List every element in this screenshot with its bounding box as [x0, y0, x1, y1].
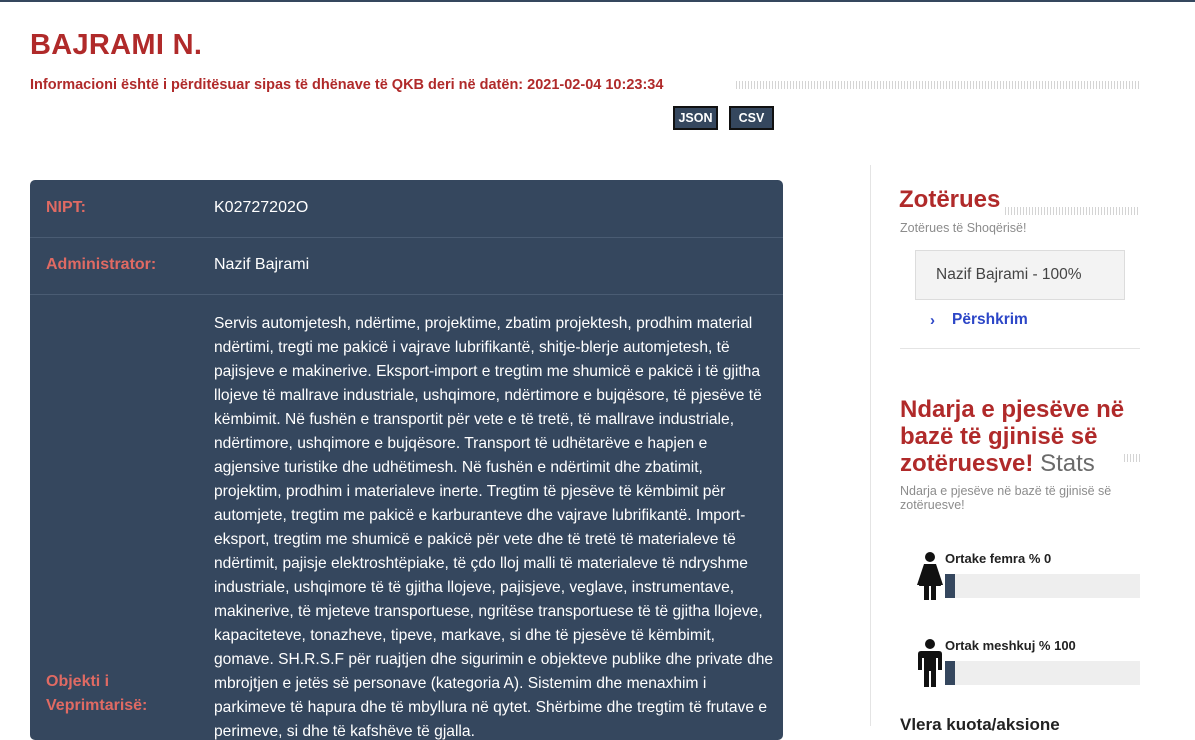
description-link-row[interactable]: › Përshkrim	[930, 310, 1028, 330]
male-person-icon	[918, 639, 942, 687]
nipt-value: K02727202O	[214, 199, 309, 216]
gender-stats-title: Ndarja e pjesëve në bazë të gjinisë së z…	[900, 396, 1140, 477]
gender-stats-title-light: Stats	[1040, 450, 1095, 477]
owners-subtitle: Zotërues të Shoqërisë!	[900, 221, 1027, 235]
nipt-row: NIPT: K02727202O	[30, 180, 783, 238]
chevron-right-icon: ›	[930, 311, 935, 329]
update-note: Informacioni është i përditësuar sipas t…	[30, 77, 664, 93]
section-divider	[900, 348, 1140, 349]
description-link[interactable]: Përshkrim	[952, 311, 1028, 329]
csv-export-button[interactable]: CSV	[729, 106, 774, 130]
json-export-button[interactable]: JSON	[673, 106, 718, 130]
update-note-row: Informacioni është i përditësuar sipas t…	[30, 77, 1140, 95]
male-share-label: Ortak meshkuj % 100	[945, 638, 1076, 653]
company-name: BAJRAMI N.	[30, 29, 203, 61]
administrator-row: Administrator: Nazif Bajrami	[30, 237, 783, 295]
company-info-card: NIPT: K02727202O Administrator: Nazif Ba…	[30, 180, 783, 740]
owner-item[interactable]: Nazif Bajrami - 100%	[915, 250, 1125, 300]
administrator-label: Administrator:	[46, 256, 157, 273]
female-person-icon	[917, 552, 943, 600]
male-share-track	[945, 661, 1140, 685]
activity-description: Servis automjetesh, ndërtime, projektime…	[214, 315, 774, 740]
hatch-decoration	[1124, 454, 1140, 462]
female-share-track	[945, 574, 1140, 598]
hatch-decoration	[1005, 207, 1140, 215]
gender-stats-subtitle: Ndarja e pjesëve në bazë të gjinisë së z…	[900, 484, 1112, 512]
shares-title: Vlera kuota/aksione	[900, 715, 1060, 734]
administrator-value: Nazif Bajrami	[214, 256, 310, 273]
sidebar-divider	[870, 165, 871, 726]
female-share-label: Ortake femra % 0	[945, 551, 1052, 566]
female-share-bar	[945, 574, 955, 598]
hatch-decoration	[736, 81, 1140, 89]
top-border	[0, 0, 1195, 2]
nipt-label: NIPT:	[46, 199, 86, 216]
owners-title: Zotërues	[899, 186, 1001, 213]
activity-label: Objekti i Veprimtarisë:	[46, 673, 148, 714]
male-share-bar	[945, 661, 955, 685]
